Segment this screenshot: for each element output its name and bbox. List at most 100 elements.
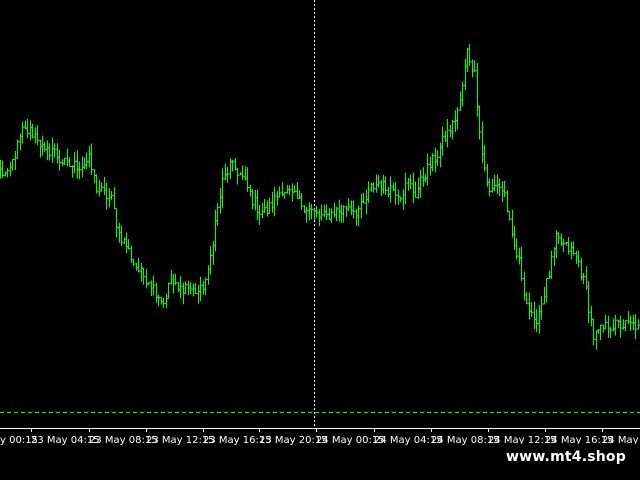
ohlc-bar [488, 178, 491, 197]
ohlc-bar [387, 187, 390, 198]
ohlc-bar [61, 159, 64, 167]
ohlc-bar [535, 309, 538, 332]
ohlc-bar [204, 277, 207, 296]
ohlc-bar [409, 174, 412, 190]
ohlc-bar [308, 202, 311, 221]
ohlc-bar [132, 258, 135, 267]
ohlc-bar [377, 174, 380, 188]
ohlc-bar [83, 157, 86, 170]
ohlc-bar [599, 324, 602, 341]
ohlc-bar [429, 156, 432, 176]
ohlc-bar [184, 281, 187, 295]
ohlc-bar [612, 318, 615, 332]
ohlc-bar [468, 44, 471, 66]
ohlc-bar [300, 193, 303, 210]
ohlc-bar [1, 160, 4, 179]
ohlc-bar [538, 305, 541, 334]
ohlc-bar [451, 119, 454, 140]
ohlc-bar [530, 302, 533, 317]
ohlc-bar [389, 176, 392, 203]
ohlc-bar [528, 292, 531, 320]
ohlc-bar [249, 184, 252, 197]
ohlc-bar [179, 276, 182, 299]
ohlc-bar [256, 189, 259, 221]
ohlc-bar [155, 282, 158, 303]
ohlc-bar [555, 230, 558, 259]
ohlc-bar [152, 275, 155, 296]
ohlc-bar [90, 143, 93, 176]
ohlc-bar [320, 204, 323, 221]
ohlc-bar [548, 270, 551, 279]
ohlc-bar [367, 181, 370, 203]
ohlc-bar [103, 176, 106, 196]
ohlc-bar [323, 204, 326, 218]
ohlc-bar [276, 190, 279, 206]
ohlc-bar [21, 121, 24, 144]
ohlc-bar [46, 140, 49, 161]
ohlc-bar [511, 209, 514, 238]
ohlc-bar [501, 181, 504, 203]
ohlc-bar [414, 181, 417, 199]
ohlc-bar [446, 119, 449, 148]
ohlc-bar [619, 315, 622, 338]
ohlc-bar [194, 282, 197, 295]
ohlc-bar [481, 121, 484, 163]
ohlc-bar [471, 59, 474, 78]
ohlc-bar [36, 125, 39, 146]
ohlc-bar [587, 281, 590, 323]
ohlc-bar [553, 247, 556, 266]
ohlc-bar [614, 314, 617, 336]
ohlc-bar [29, 120, 32, 141]
ohlc-bar [226, 167, 229, 183]
ohlc-bar [572, 241, 575, 256]
ohlc-bar [384, 176, 387, 195]
chart-area[interactable] [0, 0, 640, 428]
ohlc-bar [78, 161, 81, 180]
ohlc-bar [567, 236, 570, 255]
ohlc-bar [478, 105, 481, 140]
ohlc-bar [402, 189, 405, 211]
ohlc-bar [88, 146, 91, 168]
ohlc-bar [436, 150, 439, 166]
ohlc-bar [345, 205, 348, 217]
ohlc-bar [394, 181, 397, 205]
ohlc-bar [34, 127, 37, 144]
ohlc-bar [476, 62, 479, 117]
ohlc-bar [464, 59, 467, 91]
ohlc-bar [506, 190, 509, 213]
ohlc-bar [167, 282, 170, 299]
ohlc-bar [550, 250, 553, 280]
ohlc-bars [0, 44, 640, 350]
ohlc-bar [449, 124, 452, 138]
ohlc-bar [271, 191, 274, 213]
ohlc-bar [268, 197, 271, 215]
ohlc-bar [266, 200, 269, 217]
ohlc-bar [63, 157, 66, 166]
ohlc-bar [382, 174, 385, 194]
ohlc-bar [95, 174, 98, 194]
ohlc-bar [422, 167, 425, 187]
ohlc-bar [419, 169, 422, 198]
ohlc-bar [585, 266, 588, 290]
ohlc-bar [105, 182, 108, 210]
ohlc-bar [39, 139, 42, 158]
ohlc-bar [241, 165, 244, 181]
ohlc-bar [278, 186, 281, 198]
ohlc-bar [93, 169, 96, 184]
ohlc-bar [98, 179, 101, 197]
ohlc-bar [473, 60, 476, 72]
ohlc-bar [590, 306, 593, 326]
ohlc-bar [431, 153, 434, 172]
ohlc-bar [328, 208, 331, 221]
ohlc-bar [145, 268, 148, 289]
watermark-logo: www.mt4.shop [496, 444, 636, 470]
ohlc-bar [352, 200, 355, 219]
ohlc-bar [592, 318, 595, 346]
ohlc-bar [76, 150, 79, 179]
ohlc-bar [41, 135, 44, 156]
ohlc-bar [4, 171, 7, 177]
ohlc-bar [518, 247, 521, 265]
ohlc-bar [85, 152, 88, 170]
price-chart[interactable] [0, 0, 640, 428]
ohlc-bar [172, 273, 175, 294]
